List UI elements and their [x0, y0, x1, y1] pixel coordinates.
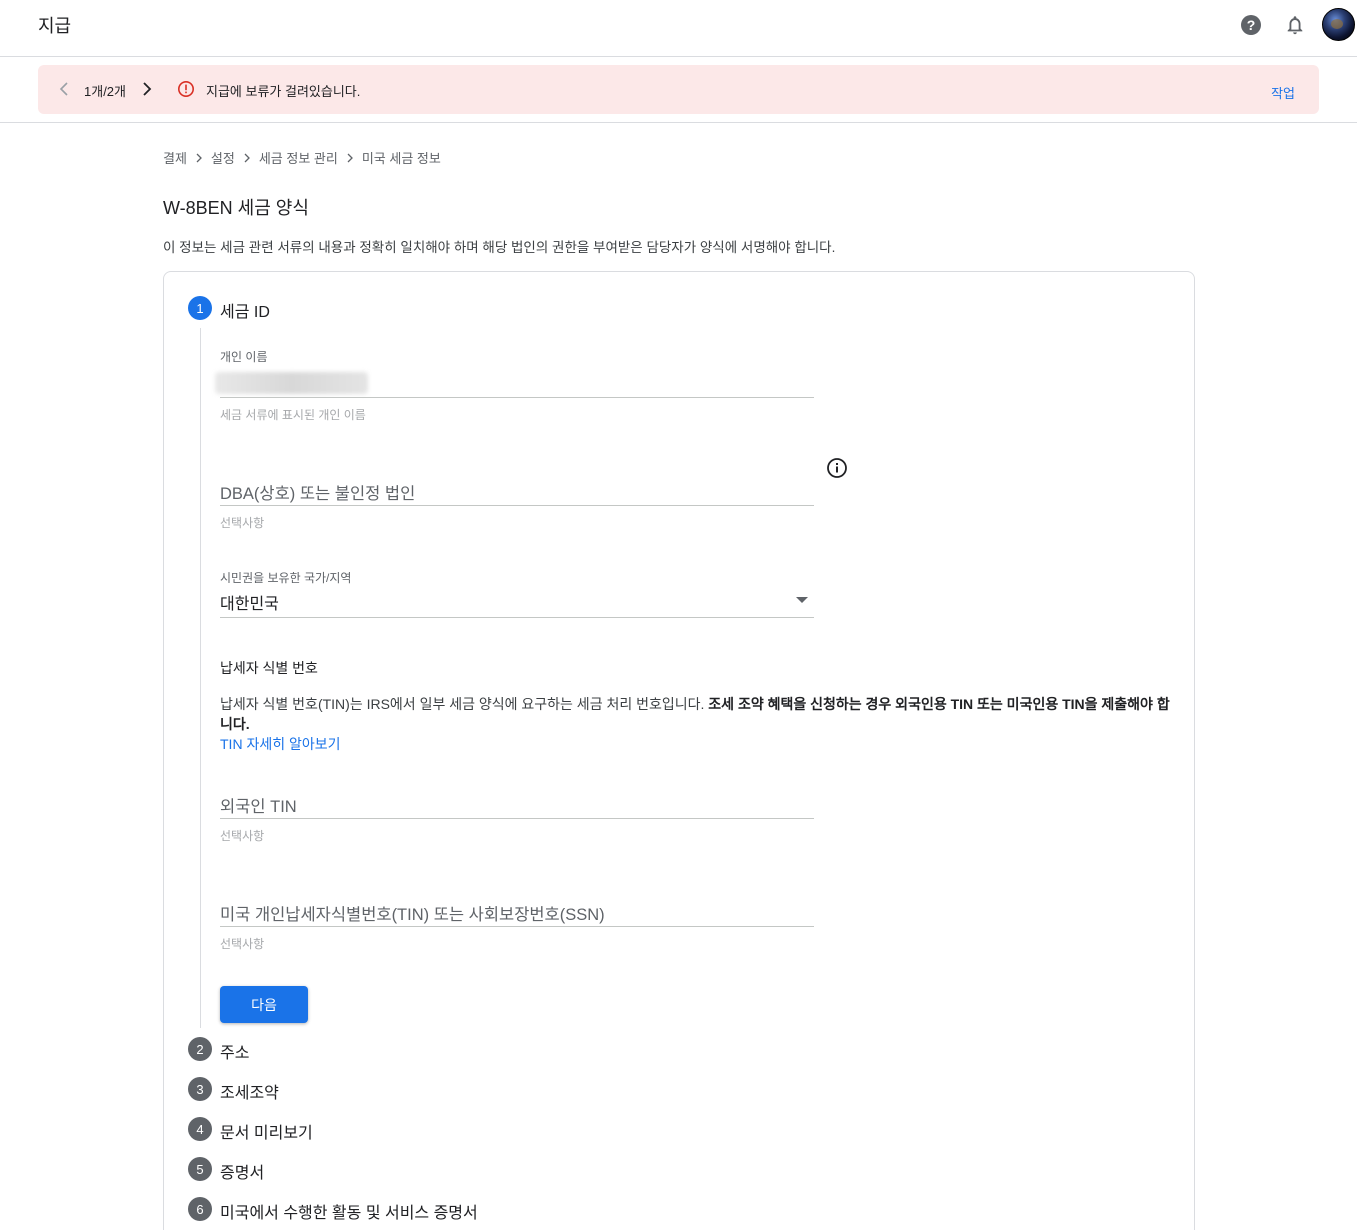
- step-label-preview[interactable]: 문서 미리보기: [220, 1119, 313, 1143]
- step-number: 3: [188, 1077, 212, 1101]
- breadcrumb-item-us-tax: 미국 세금 정보: [361, 151, 441, 166]
- individual-name-label: 개인 이름: [220, 350, 268, 364]
- field-underline: [220, 505, 814, 506]
- citizenship-select[interactable]: 대한민국: [220, 590, 279, 614]
- foreign-tin-hint: 선택사항: [220, 829, 265, 843]
- dba-hint: 선택사항: [220, 516, 265, 530]
- step-number: 2: [188, 1037, 212, 1061]
- alert-action-link[interactable]: 작업: [1271, 83, 1295, 102]
- step-label-address[interactable]: 주소: [220, 1039, 249, 1063]
- field-underline: [220, 617, 814, 618]
- app-title: 지급: [38, 16, 72, 36]
- chevron-left-icon[interactable]: [56, 80, 72, 98]
- alert-message: 지급에 보류가 걸려있습니다.: [206, 84, 361, 99]
- chevron-right-icon: [346, 153, 354, 163]
- individual-name-hint: 세금 서류에 표시된 개인 이름: [220, 408, 366, 422]
- chevron-right-icon: [195, 153, 203, 163]
- page-description: 이 정보는 세금 관련 서류의 내용과 정확히 일치해야 하며 해당 법인의 권…: [163, 240, 836, 255]
- tin-section-description: 납세자 식별 번호(TIN)는 IRS에서 일부 세금 양식에 요구하는 세금 …: [220, 694, 1180, 754]
- us-tin-input[interactable]: 미국 개인납세자식별번호(TIN) 또는 사회보장번호(SSN): [220, 901, 605, 925]
- alert-region: 1개/2개 지급에 보류가 걸려있습니다. 작업: [0, 57, 1357, 123]
- step-label-treaty[interactable]: 조세조약: [220, 1079, 279, 1103]
- citizenship-label: 시민권을 보유한 국가/지역: [220, 571, 352, 585]
- chevron-right-icon[interactable]: [139, 80, 155, 98]
- step-number: 1: [188, 296, 212, 320]
- field-underline: [220, 926, 814, 927]
- tin-learn-more-link[interactable]: TIN 자세히 알아보기: [220, 736, 341, 752]
- us-tin-hint: 선택사항: [220, 937, 265, 951]
- error-icon: [177, 80, 195, 98]
- step-number: 6: [188, 1197, 212, 1221]
- chevron-right-icon: [243, 153, 251, 163]
- bell-icon[interactable]: [1283, 13, 1307, 37]
- step-label-tax-id: 세금 ID: [220, 304, 270, 321]
- field-underline: [220, 818, 814, 819]
- step-label-certification[interactable]: 증명서: [220, 1159, 264, 1183]
- dba-input[interactable]: DBA(상호) 또는 불인정 법인: [220, 480, 415, 504]
- stepper-connector: [200, 328, 201, 1028]
- top-app-bar: 지급 ?: [0, 0, 1357, 57]
- tin-section-title: 납세자 식별 번호: [220, 660, 318, 676]
- step-number: 5: [188, 1157, 212, 1181]
- breadcrumb-item-settings[interactable]: 설정: [211, 148, 235, 167]
- foreign-tin-input[interactable]: 외국인 TIN: [220, 793, 297, 817]
- payment-hold-alert: 1개/2개 지급에 보류가 걸려있습니다. 작업: [38, 65, 1319, 114]
- breadcrumb-item-payments[interactable]: 결제: [163, 148, 187, 167]
- individual-name-input[interactable]: [215, 372, 368, 394]
- alert-pager: 1개/2개: [84, 84, 126, 99]
- step-label-us-activities[interactable]: 미국에서 수행한 활동 및 서비스 증명서: [220, 1199, 478, 1223]
- profile-avatar[interactable]: [1322, 8, 1355, 41]
- next-button[interactable]: 다음: [220, 986, 308, 1023]
- dropdown-arrow-icon[interactable]: [796, 597, 808, 603]
- field-underline: [220, 397, 814, 398]
- svg-text:?: ?: [1247, 17, 1256, 33]
- tin-description-text: 납세자 식별 번호(TIN)는 IRS에서 일부 세금 양식에 요구하는 세금 …: [220, 696, 709, 712]
- breadcrumb-item-tax-info[interactable]: 세금 정보 관리: [259, 148, 338, 167]
- page-title: W-8BEN 세금 양식: [163, 198, 309, 218]
- info-icon[interactable]: [826, 457, 848, 479]
- step-number: 4: [188, 1117, 212, 1141]
- breadcrumb: 결제 설정 세금 정보 관리 미국 세금 정보: [163, 148, 441, 167]
- help-icon[interactable]: ?: [1239, 13, 1263, 37]
